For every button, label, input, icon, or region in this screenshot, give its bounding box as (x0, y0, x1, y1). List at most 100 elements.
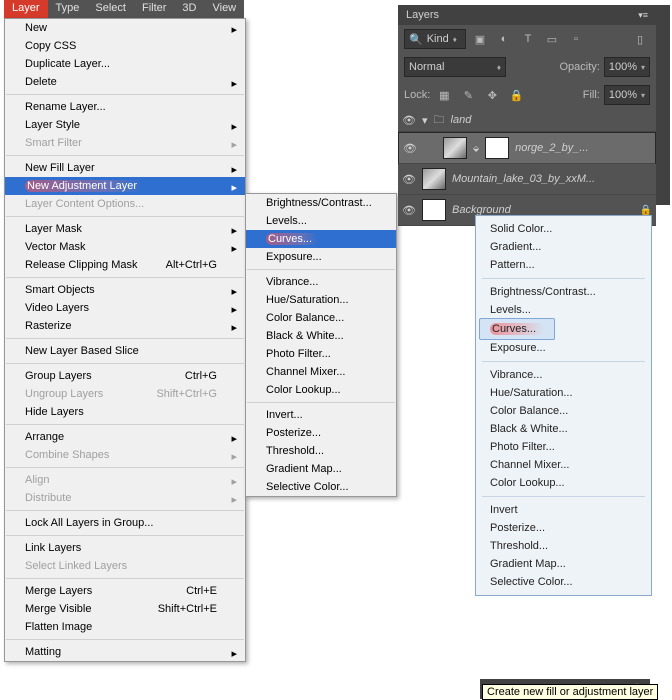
menu-item[interactable]: Release Clipping MaskAlt+Ctrl+G (5, 256, 245, 274)
filter-toggle-icon[interactable]: ▯ (630, 30, 650, 48)
layer-thumbnail[interactable] (422, 199, 446, 221)
mask-link-icon[interactable]: ⬙ (473, 144, 479, 153)
menu-item[interactable]: Vibrance... (246, 273, 396, 291)
kind-filter[interactable]: 🔍 Kind♦ (404, 29, 466, 49)
adjustment-item[interactable]: Channel Mixer... (476, 456, 651, 474)
menu-item[interactable]: Rasterize▸ (5, 317, 245, 335)
adjustment-item[interactable]: Hue/Saturation... (476, 384, 651, 402)
adjustment-item[interactable]: Selective Color... (476, 573, 651, 591)
layer-row[interactable]: 👁 ⬙ norge_2_by_... (398, 132, 656, 164)
layer-row[interactable]: 👁▾🗀land (398, 109, 656, 132)
menu-item[interactable]: Color Lookup... (246, 381, 396, 399)
menu-item[interactable]: Link Layers (5, 539, 245, 557)
menu-item[interactable]: Layer Mask▸ (5, 220, 245, 238)
adjustment-item[interactable]: Color Balance... (476, 402, 651, 420)
menu-item[interactable]: Photo Filter... (246, 345, 396, 363)
adjustment-item[interactable]: Posterize... (476, 519, 651, 537)
layer-thumbnail[interactable] (443, 137, 467, 159)
menu-item[interactable]: Vector Mask▸ (5, 238, 245, 256)
menu-item[interactable]: Invert... (246, 406, 396, 424)
layer-row[interactable]: 👁 Mountain_lake_03_by_xxM... (398, 164, 656, 195)
menu-item[interactable]: Black & White... (246, 327, 396, 345)
adjustment-item[interactable]: Photo Filter... (476, 438, 651, 456)
visibility-icon[interactable]: 👁 (402, 204, 416, 217)
expand-icon[interactable]: ▾ (422, 114, 428, 127)
fill-input[interactable]: 100%▾ (604, 85, 650, 105)
visibility-icon[interactable]: 👁 (402, 114, 416, 127)
menubar-item-3d[interactable]: 3D (174, 0, 204, 18)
menu-item[interactable]: Posterize... (246, 424, 396, 442)
menu-item[interactable]: Copy CSS (5, 37, 245, 55)
visibility-icon[interactable]: 👁 (403, 142, 417, 155)
menu-item[interactable]: Curves... (246, 230, 396, 248)
menu-item[interactable]: Threshold... (246, 442, 396, 460)
menu-item[interactable]: Hue/Saturation... (246, 291, 396, 309)
menu-item[interactable]: New Layer Based Slice (5, 342, 245, 360)
menu-item[interactable]: Smart Objects▸ (5, 281, 245, 299)
menubar-item-view[interactable]: View (204, 0, 244, 18)
menu-item[interactable]: Levels... (246, 212, 396, 230)
filter-smart-icon[interactable]: ▫ (566, 30, 586, 48)
layer-name[interactable]: land (451, 114, 652, 126)
menu-item[interactable]: Merge LayersCtrl+E (5, 582, 245, 600)
menu-item[interactable]: New Fill Layer▸ (5, 159, 245, 177)
adjustment-item[interactable]: Gradient Map... (476, 555, 651, 573)
layer-thumbnail[interactable] (422, 168, 446, 190)
filter-adjustment-icon[interactable]: ◐ (494, 30, 514, 48)
submenu-arrow-icon: ▸ (231, 163, 237, 176)
menu-shortcut: Shift+Ctrl+E (158, 603, 217, 615)
lock-position-icon[interactable]: ✥ (482, 86, 502, 104)
menu-item[interactable]: Color Balance... (246, 309, 396, 327)
menu-item[interactable]: New▸ (5, 19, 245, 37)
adjustment-item[interactable]: Exposure... (476, 339, 651, 357)
menubar-item-filter[interactable]: Filter (134, 0, 174, 18)
filter-shape-icon[interactable]: ▭ (542, 30, 562, 48)
mask-thumbnail[interactable] (485, 137, 509, 159)
menu-item[interactable]: Exposure... (246, 248, 396, 266)
blend-mode-select[interactable]: Normal♦ (404, 57, 506, 77)
panel-tab-layers[interactable]: Layers ▾≡ (398, 5, 656, 25)
panel-menu-icon[interactable]: ▾≡ (638, 10, 648, 21)
adjustment-item[interactable]: Levels... (476, 301, 651, 319)
adjustment-item[interactable]: Black & White... (476, 420, 651, 438)
menu-item[interactable]: Brightness/Contrast... (246, 194, 396, 212)
lock-all-icon[interactable]: 🔒 (506, 86, 526, 104)
adjustment-item[interactable]: Curves... (479, 318, 555, 340)
visibility-icon[interactable]: 👁 (402, 173, 416, 186)
adjustment-item[interactable]: Solid Color... (476, 220, 651, 238)
menubar-item-layer[interactable]: Layer (4, 0, 48, 18)
menu-item-label: Smart Objects (25, 284, 95, 296)
layer-name[interactable]: norge_2_by_... (515, 142, 651, 154)
menu-item[interactable]: Lock All Layers in Group... (5, 514, 245, 532)
adjustment-item[interactable]: Threshold... (476, 537, 651, 555)
menu-item[interactable]: New Adjustment Layer▸ (5, 177, 245, 195)
menu-item[interactable]: Arrange▸ (5, 428, 245, 446)
layer-name[interactable]: Mountain_lake_03_by_xxM... (452, 173, 652, 185)
filter-type-icon[interactable]: T (518, 30, 538, 48)
menu-item[interactable]: Merge VisibleShift+Ctrl+E (5, 600, 245, 618)
filter-pixel-icon[interactable]: ▣ (470, 30, 490, 48)
menu-item[interactable]: Group LayersCtrl+G (5, 367, 245, 385)
adjustment-item[interactable]: Invert (476, 501, 651, 519)
adjustment-item[interactable]: Color Lookup... (476, 474, 651, 492)
adjustment-item[interactable]: Brightness/Contrast... (476, 283, 651, 301)
menu-item[interactable]: Video Layers▸ (5, 299, 245, 317)
menu-item[interactable]: Rename Layer... (5, 98, 245, 116)
adjustment-item[interactable]: Gradient... (476, 238, 651, 256)
lock-transparent-icon[interactable]: ▦ (434, 86, 454, 104)
menu-item[interactable]: Duplicate Layer... (5, 55, 245, 73)
menu-item[interactable]: Flatten Image (5, 618, 245, 636)
menu-item[interactable]: Channel Mixer... (246, 363, 396, 381)
menu-item[interactable]: Delete▸ (5, 73, 245, 91)
menubar-item-select[interactable]: Select (87, 0, 134, 18)
lock-pixels-icon[interactable]: ✎ (458, 86, 478, 104)
adjustment-item[interactable]: Pattern... (476, 256, 651, 274)
menu-item[interactable]: Hide Layers (5, 403, 245, 421)
menu-item[interactable]: Matting▸ (5, 643, 245, 661)
menu-item[interactable]: Selective Color... (246, 478, 396, 496)
menu-item[interactable]: Gradient Map... (246, 460, 396, 478)
menubar-item-type[interactable]: Type (48, 0, 88, 18)
adjustment-item[interactable]: Vibrance... (476, 366, 651, 384)
opacity-input[interactable]: 100%▾ (604, 57, 650, 77)
menu-item[interactable]: Layer Style▸ (5, 116, 245, 134)
